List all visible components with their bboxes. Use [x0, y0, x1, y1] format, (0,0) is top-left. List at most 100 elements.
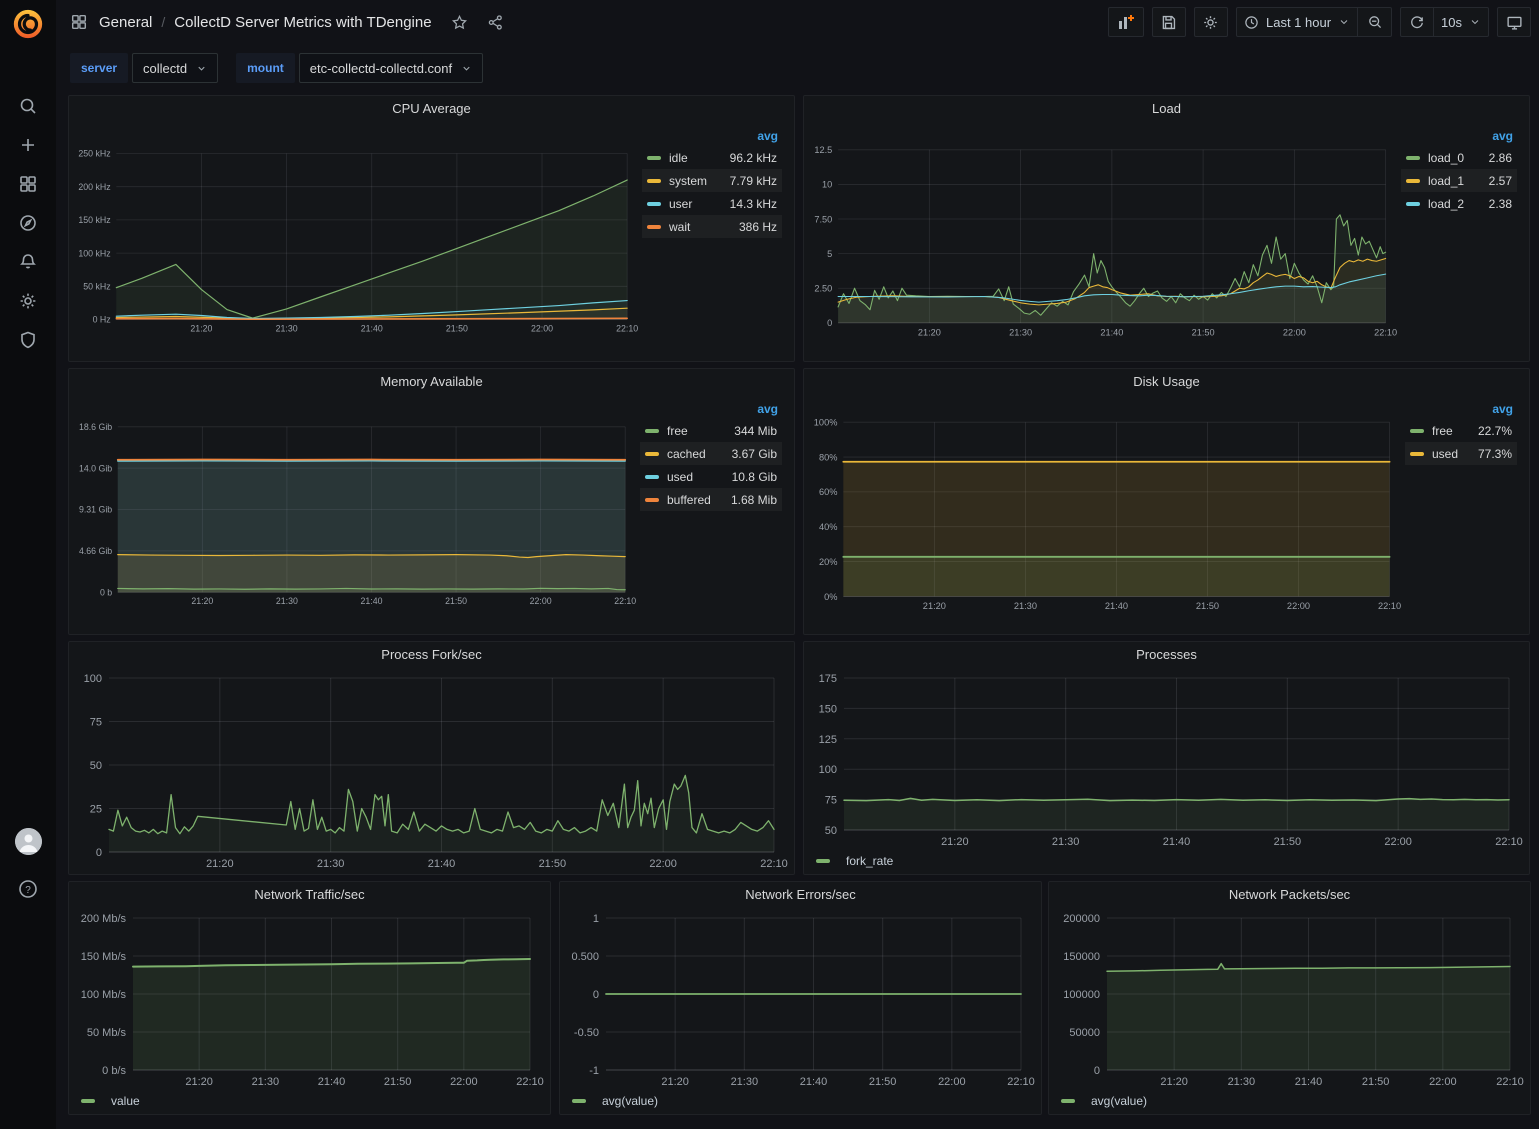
- avatar-icon[interactable]: [15, 828, 42, 855]
- legend-item-user[interactable]: user14.3 kHz: [642, 192, 782, 215]
- admin-shield-icon[interactable]: [0, 320, 56, 359]
- variable-mount: mount etc-collectd-collectd.conf: [236, 53, 483, 83]
- svg-text:21:40: 21:40: [318, 1076, 346, 1088]
- legend-item-load_2[interactable]: load_22.38: [1401, 192, 1517, 215]
- svg-text:60%: 60%: [819, 487, 838, 497]
- dashboards-icon[interactable]: [0, 164, 56, 203]
- series-name: load_1: [1428, 174, 1477, 188]
- svg-text:5: 5: [827, 249, 832, 259]
- panel-title[interactable]: Disk Usage: [804, 369, 1529, 394]
- panel-title[interactable]: Process Fork/sec: [69, 642, 794, 667]
- legend-item-fork_rate[interactable]: fork_rate: [846, 854, 893, 868]
- legend-item-load_0[interactable]: load_02.86: [1401, 146, 1517, 169]
- svg-text:18.6 Gib: 18.6 Gib: [79, 422, 112, 432]
- svg-text:21:40: 21:40: [361, 324, 383, 334]
- time-range-picker[interactable]: Last 1 hour: [1236, 7, 1358, 37]
- series-avg-value: 1.68 Mib: [719, 493, 777, 507]
- series-avg-value: 2.57: [1477, 174, 1512, 188]
- panel-title[interactable]: Network Errors/sec: [560, 882, 1041, 907]
- series-avg-value: 386 Hz: [727, 220, 777, 234]
- legend-item-wait[interactable]: wait386 Hz: [642, 215, 782, 238]
- legend-item-free[interactable]: free344 Mib: [640, 419, 782, 442]
- series-name: user: [669, 197, 718, 211]
- dashboard-settings-button[interactable]: [1194, 7, 1228, 37]
- svg-text:12.5: 12.5: [814, 145, 832, 155]
- panel-title[interactable]: Network Packets/sec: [1049, 882, 1530, 907]
- legend-item-used[interactable]: used10.8 Gib: [640, 465, 782, 488]
- svg-text:21:40: 21:40: [1100, 327, 1123, 337]
- svg-text:100: 100: [84, 673, 102, 685]
- variable-mount-label: mount: [236, 53, 295, 83]
- panel-title[interactable]: Memory Available: [69, 369, 794, 394]
- search-icon[interactable]: [0, 86, 56, 125]
- series-color-dash-icon: [645, 498, 659, 502]
- legend-avg-header[interactable]: avg: [1405, 401, 1517, 419]
- panel-title[interactable]: CPU Average: [69, 96, 794, 121]
- svg-text:10: 10: [822, 180, 832, 190]
- panel-cpu-average: CPU Average 21:2021:3021:4021:5022:0022:…: [68, 95, 795, 362]
- configuration-gear-icon[interactable]: [0, 281, 56, 320]
- svg-text:22:10: 22:10: [1007, 1076, 1035, 1088]
- alerting-bell-icon[interactable]: [0, 242, 56, 281]
- svg-text:250 kHz: 250 kHz: [78, 149, 110, 159]
- svg-text:21:40: 21:40: [428, 858, 456, 870]
- variable-server: server collectd: [70, 53, 218, 83]
- refresh-button[interactable]: [1400, 7, 1434, 37]
- svg-text:21:50: 21:50: [1192, 327, 1215, 337]
- legend-avg-header[interactable]: avg: [640, 401, 782, 419]
- svg-text:22:00: 22:00: [450, 1076, 478, 1088]
- svg-text:21:30: 21:30: [1052, 836, 1080, 848]
- dashboard-title[interactable]: CollectD Server Metrics with TDengine: [174, 14, 431, 31]
- svg-text:-1: -1: [589, 1065, 599, 1077]
- add-panel-button[interactable]: [1108, 7, 1144, 37]
- svg-text:21:50: 21:50: [384, 1076, 412, 1088]
- series-avg-value: 77.3%: [1466, 447, 1512, 461]
- svg-text:150000: 150000: [1063, 951, 1100, 963]
- svg-text:22:00: 22:00: [938, 1076, 966, 1088]
- variable-server-picker[interactable]: collectd: [132, 53, 218, 83]
- series-color-dash-icon: [647, 225, 661, 229]
- svg-text:21:50: 21:50: [1196, 601, 1219, 611]
- legend-avg-header[interactable]: avg: [642, 128, 782, 146]
- svg-text:4.66 Gib: 4.66 Gib: [79, 546, 112, 556]
- svg-text:50: 50: [90, 760, 102, 772]
- legend-item-value[interactable]: value: [111, 1094, 140, 1108]
- panel-title[interactable]: Network Traffic/sec: [69, 882, 550, 907]
- legend-avg-header[interactable]: avg: [1401, 128, 1517, 146]
- svg-text:0 b/s: 0 b/s: [102, 1065, 126, 1077]
- share-icon[interactable]: [487, 14, 504, 31]
- series-avg-value: 344 Mib: [722, 424, 777, 438]
- series-avg-value: 2.38: [1477, 197, 1512, 211]
- grafana-logo-icon[interactable]: [11, 7, 45, 41]
- panel-title[interactable]: Processes: [804, 642, 1529, 667]
- explore-compass-icon[interactable]: [0, 203, 56, 242]
- star-icon[interactable]: [451, 14, 468, 31]
- legend-item-used[interactable]: used77.3%: [1405, 442, 1517, 465]
- breadcrumb-divider: /: [161, 14, 165, 30]
- sidebar-nav: [0, 86, 56, 359]
- svg-text:75: 75: [90, 717, 102, 729]
- legend-item-avg(value)[interactable]: avg(value): [602, 1094, 658, 1108]
- zoom-out-button[interactable]: [1358, 7, 1392, 37]
- disk-usage-chart: 21:2021:3021:4021:5022:0022:100%20%40%60…: [808, 395, 1403, 632]
- legend-item-free[interactable]: free22.7%: [1405, 419, 1517, 442]
- variable-mount-picker[interactable]: etc-collectd-collectd.conf: [299, 53, 483, 83]
- save-dashboard-button[interactable]: [1152, 7, 1186, 37]
- create-plus-icon[interactable]: [0, 125, 56, 164]
- svg-text:22:10: 22:10: [1496, 1076, 1524, 1088]
- legend-item-cached[interactable]: cached3.67 Gib: [640, 442, 782, 465]
- series-name: load_2: [1428, 197, 1477, 211]
- legend-item-buffered[interactable]: buffered1.68 Mib: [640, 488, 782, 511]
- panel-title[interactable]: Load: [804, 96, 1529, 121]
- legend-item-idle[interactable]: idle96.2 kHz: [642, 146, 782, 169]
- refresh-interval-picker[interactable]: 10s: [1434, 7, 1489, 37]
- help-icon[interactable]: ?: [0, 869, 56, 908]
- legend-item-avg(value)[interactable]: avg(value): [1091, 1094, 1147, 1108]
- cycle-view-button[interactable]: [1497, 7, 1531, 37]
- legend-item-system[interactable]: system7.79 kHz: [642, 169, 782, 192]
- svg-text:21:50: 21:50: [1274, 836, 1302, 848]
- legend-item-load_1[interactable]: load_12.57: [1401, 169, 1517, 192]
- breadcrumb-folder[interactable]: General: [99, 14, 152, 31]
- series-color-dash-icon: [81, 1099, 95, 1103]
- series-color-dash-icon: [1061, 1099, 1075, 1103]
